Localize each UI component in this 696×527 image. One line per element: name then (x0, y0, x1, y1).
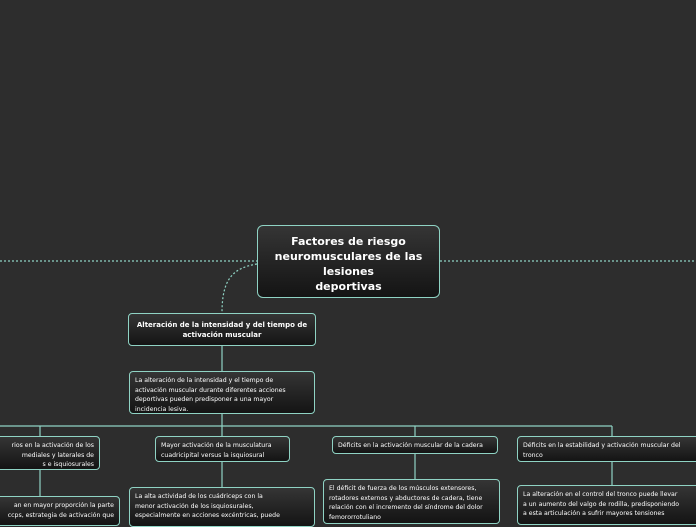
main-topic-line2: activación muscular (182, 331, 262, 339)
branch-title-line: mediales y laterales de (21, 451, 94, 459)
branch-detail-line: especialmente en acciones excéntricas, p… (135, 512, 280, 519)
description-line2: activación muscular durante diferentes a… (135, 386, 286, 394)
mind-map-canvas: Factores de riesgo neuromusculares de la… (0, 0, 696, 527)
central-title-line2: neuromusculares de las (274, 250, 423, 263)
branch-activation-medial-lateral[interactable]: rios en la activación de los mediales y … (0, 436, 100, 470)
branch-detail-line: menor activación de los isquiosurales, (135, 502, 254, 510)
description-line4: incidencia lesiva. (135, 405, 189, 413)
branch-detail-line: La alta actividad de los cuádriceps con … (135, 493, 263, 500)
branch-detail-medial-lateral[interactable]: an en mayor proporción la parte ccps, es… (0, 496, 120, 526)
branch-title-line: rios en la activación de los (11, 442, 94, 449)
branch-detail-trunk[interactable]: La alteración en el control del tronco p… (517, 485, 696, 525)
branch-detail-line: El déficit de fuerza de los músculos ext… (329, 485, 477, 492)
branch-detail-quadriceps[interactable]: La alta actividad de los cuádriceps con … (129, 487, 315, 527)
branch-title-line: cuadricipital versus la isquiosural (161, 451, 265, 459)
description-line3: deportivas pueden predisponer a una mayo… (135, 396, 274, 403)
branch-detail-line: ccps, estrategia de activación que (7, 511, 114, 519)
branch-detail-line: rotadores externos y abductores de cader… (329, 494, 483, 502)
branch-detail-line: relación con el incremento del síndrome … (329, 504, 483, 511)
main-topic-node[interactable]: Alteración de la intensidad y del tiempo… (128, 313, 316, 346)
central-title-line3: lesiones (323, 265, 374, 278)
branch-trunk-stability[interactable]: Déficits en la estabilidad y activación … (517, 436, 696, 462)
branch-title-line: Déficits en la activación muscular de la… (338, 442, 483, 449)
branch-title-line: Mayor activación de la musculatura (161, 442, 272, 449)
branch-hip-activation[interactable]: Déficits en la activación muscular de la… (332, 436, 498, 454)
branch-title-line: tronco (523, 451, 543, 459)
central-title-line1: Factores de riesgo (291, 235, 406, 248)
branch-detail-line: La alteración en el control del tronco p… (523, 491, 678, 498)
description-node[interactable]: La alteración de la intensidad y el tiem… (129, 371, 315, 414)
description-line1: La alteración de la intensidad y el tiem… (135, 377, 274, 384)
main-topic-line1: Alteración de la intensidad y del tiempo… (136, 321, 308, 329)
connector-central-main (221, 263, 258, 314)
central-topic[interactable]: Factores de riesgo neuromusculares de la… (257, 225, 440, 298)
branch-title-line: Déficits en la estabilidad y activación … (523, 442, 681, 449)
branch-detail-line: a esta articulación a sufrir mayores ten… (523, 510, 665, 517)
central-title-line4: deportivas (315, 280, 382, 293)
branch-detail-line: a un aumento del valgo de rodilla, predi… (523, 500, 680, 508)
branch-title-line: s e isquiosurales (42, 461, 95, 468)
branch-quadriceps-activation[interactable]: Mayor activación de la musculatura cuadr… (155, 436, 290, 462)
branch-detail-line: femororrotuliano (329, 513, 381, 521)
branch-detail-hip[interactable]: El déficit de fuerza de los músculos ext… (323, 479, 500, 524)
branch-detail-line: an en mayor proporción la parte (13, 502, 114, 509)
